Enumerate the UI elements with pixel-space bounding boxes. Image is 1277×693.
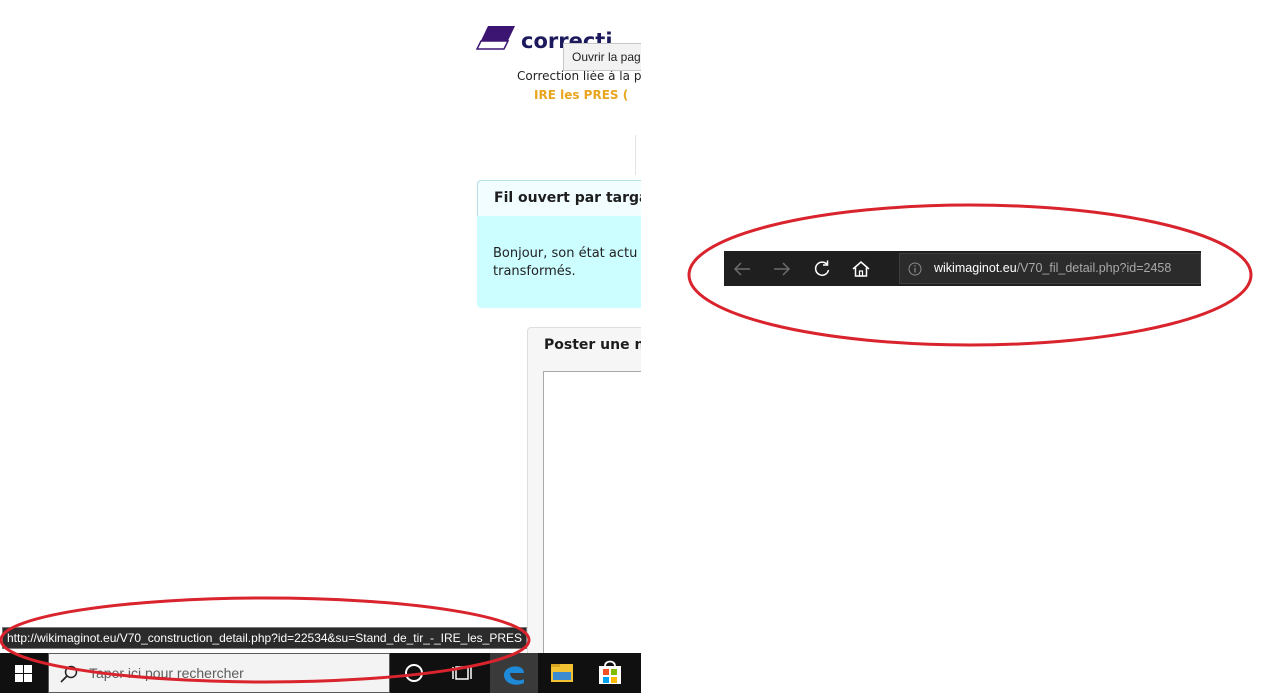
back-arrow-icon[interactable] bbox=[731, 258, 753, 280]
forward-arrow-icon[interactable] bbox=[771, 258, 793, 280]
address-url: wikimaginot.eu/V70_fil_detail.php?id=245… bbox=[934, 261, 1171, 275]
info-icon[interactable] bbox=[908, 262, 922, 276]
home-icon[interactable] bbox=[850, 258, 872, 280]
taskbar: Taper ici pour rechercher bbox=[0, 653, 641, 693]
page-subtitle: Correction liée à la p bbox=[517, 69, 641, 83]
url-path: /V70_fil_detail.php?id=2458 bbox=[1016, 261, 1172, 275]
eraser-logo-icon bbox=[476, 26, 515, 50]
post-message-title: Poster une n bbox=[544, 337, 641, 353]
edge-icon[interactable] bbox=[490, 653, 538, 693]
windows-start-icon[interactable] bbox=[0, 653, 46, 693]
divider bbox=[635, 135, 636, 175]
cortana-icon[interactable] bbox=[390, 653, 438, 693]
address-bar[interactable]: wikimaginot.eu/V70_fil_detail.php?id=245… bbox=[899, 253, 1201, 284]
status-bar-url: http://wikimaginot.eu/V70_construction_d… bbox=[2, 627, 528, 649]
store-icon[interactable] bbox=[586, 653, 634, 693]
search-icon bbox=[60, 665, 78, 683]
url-domain: wikimaginot.eu bbox=[934, 261, 1017, 275]
task-view-icon[interactable] bbox=[438, 653, 486, 693]
webpage-crop: correcti Correction liée à la p IRE les … bbox=[0, 0, 641, 693]
browser-toolbar: wikimaginot.eu/V70_fil_detail.php?id=245… bbox=[724, 251, 1201, 286]
file-explorer-icon[interactable] bbox=[538, 653, 586, 693]
construction-link[interactable]: IRE les PRES ( bbox=[534, 88, 628, 102]
post-message-header: Poster une n bbox=[527, 327, 641, 363]
message-textarea[interactable] bbox=[543, 371, 641, 661]
thread-body: Bonjour, son état actu transformés. bbox=[477, 216, 641, 308]
thread-header-text: Fil ouvert par targa bbox=[494, 190, 641, 206]
thread-header: Fil ouvert par targa bbox=[477, 180, 641, 216]
search-placeholder: Taper ici pour rechercher bbox=[89, 665, 244, 681]
screenshot-canvas: correcti Correction liée à la p IRE les … bbox=[0, 0, 1277, 693]
thread-body-text: Bonjour, son état actu transformés. bbox=[493, 246, 638, 279]
link-tooltip: Ouvrir la pag bbox=[563, 43, 641, 71]
taskbar-search-box[interactable]: Taper ici pour rechercher bbox=[48, 653, 390, 693]
refresh-icon[interactable] bbox=[811, 258, 833, 280]
